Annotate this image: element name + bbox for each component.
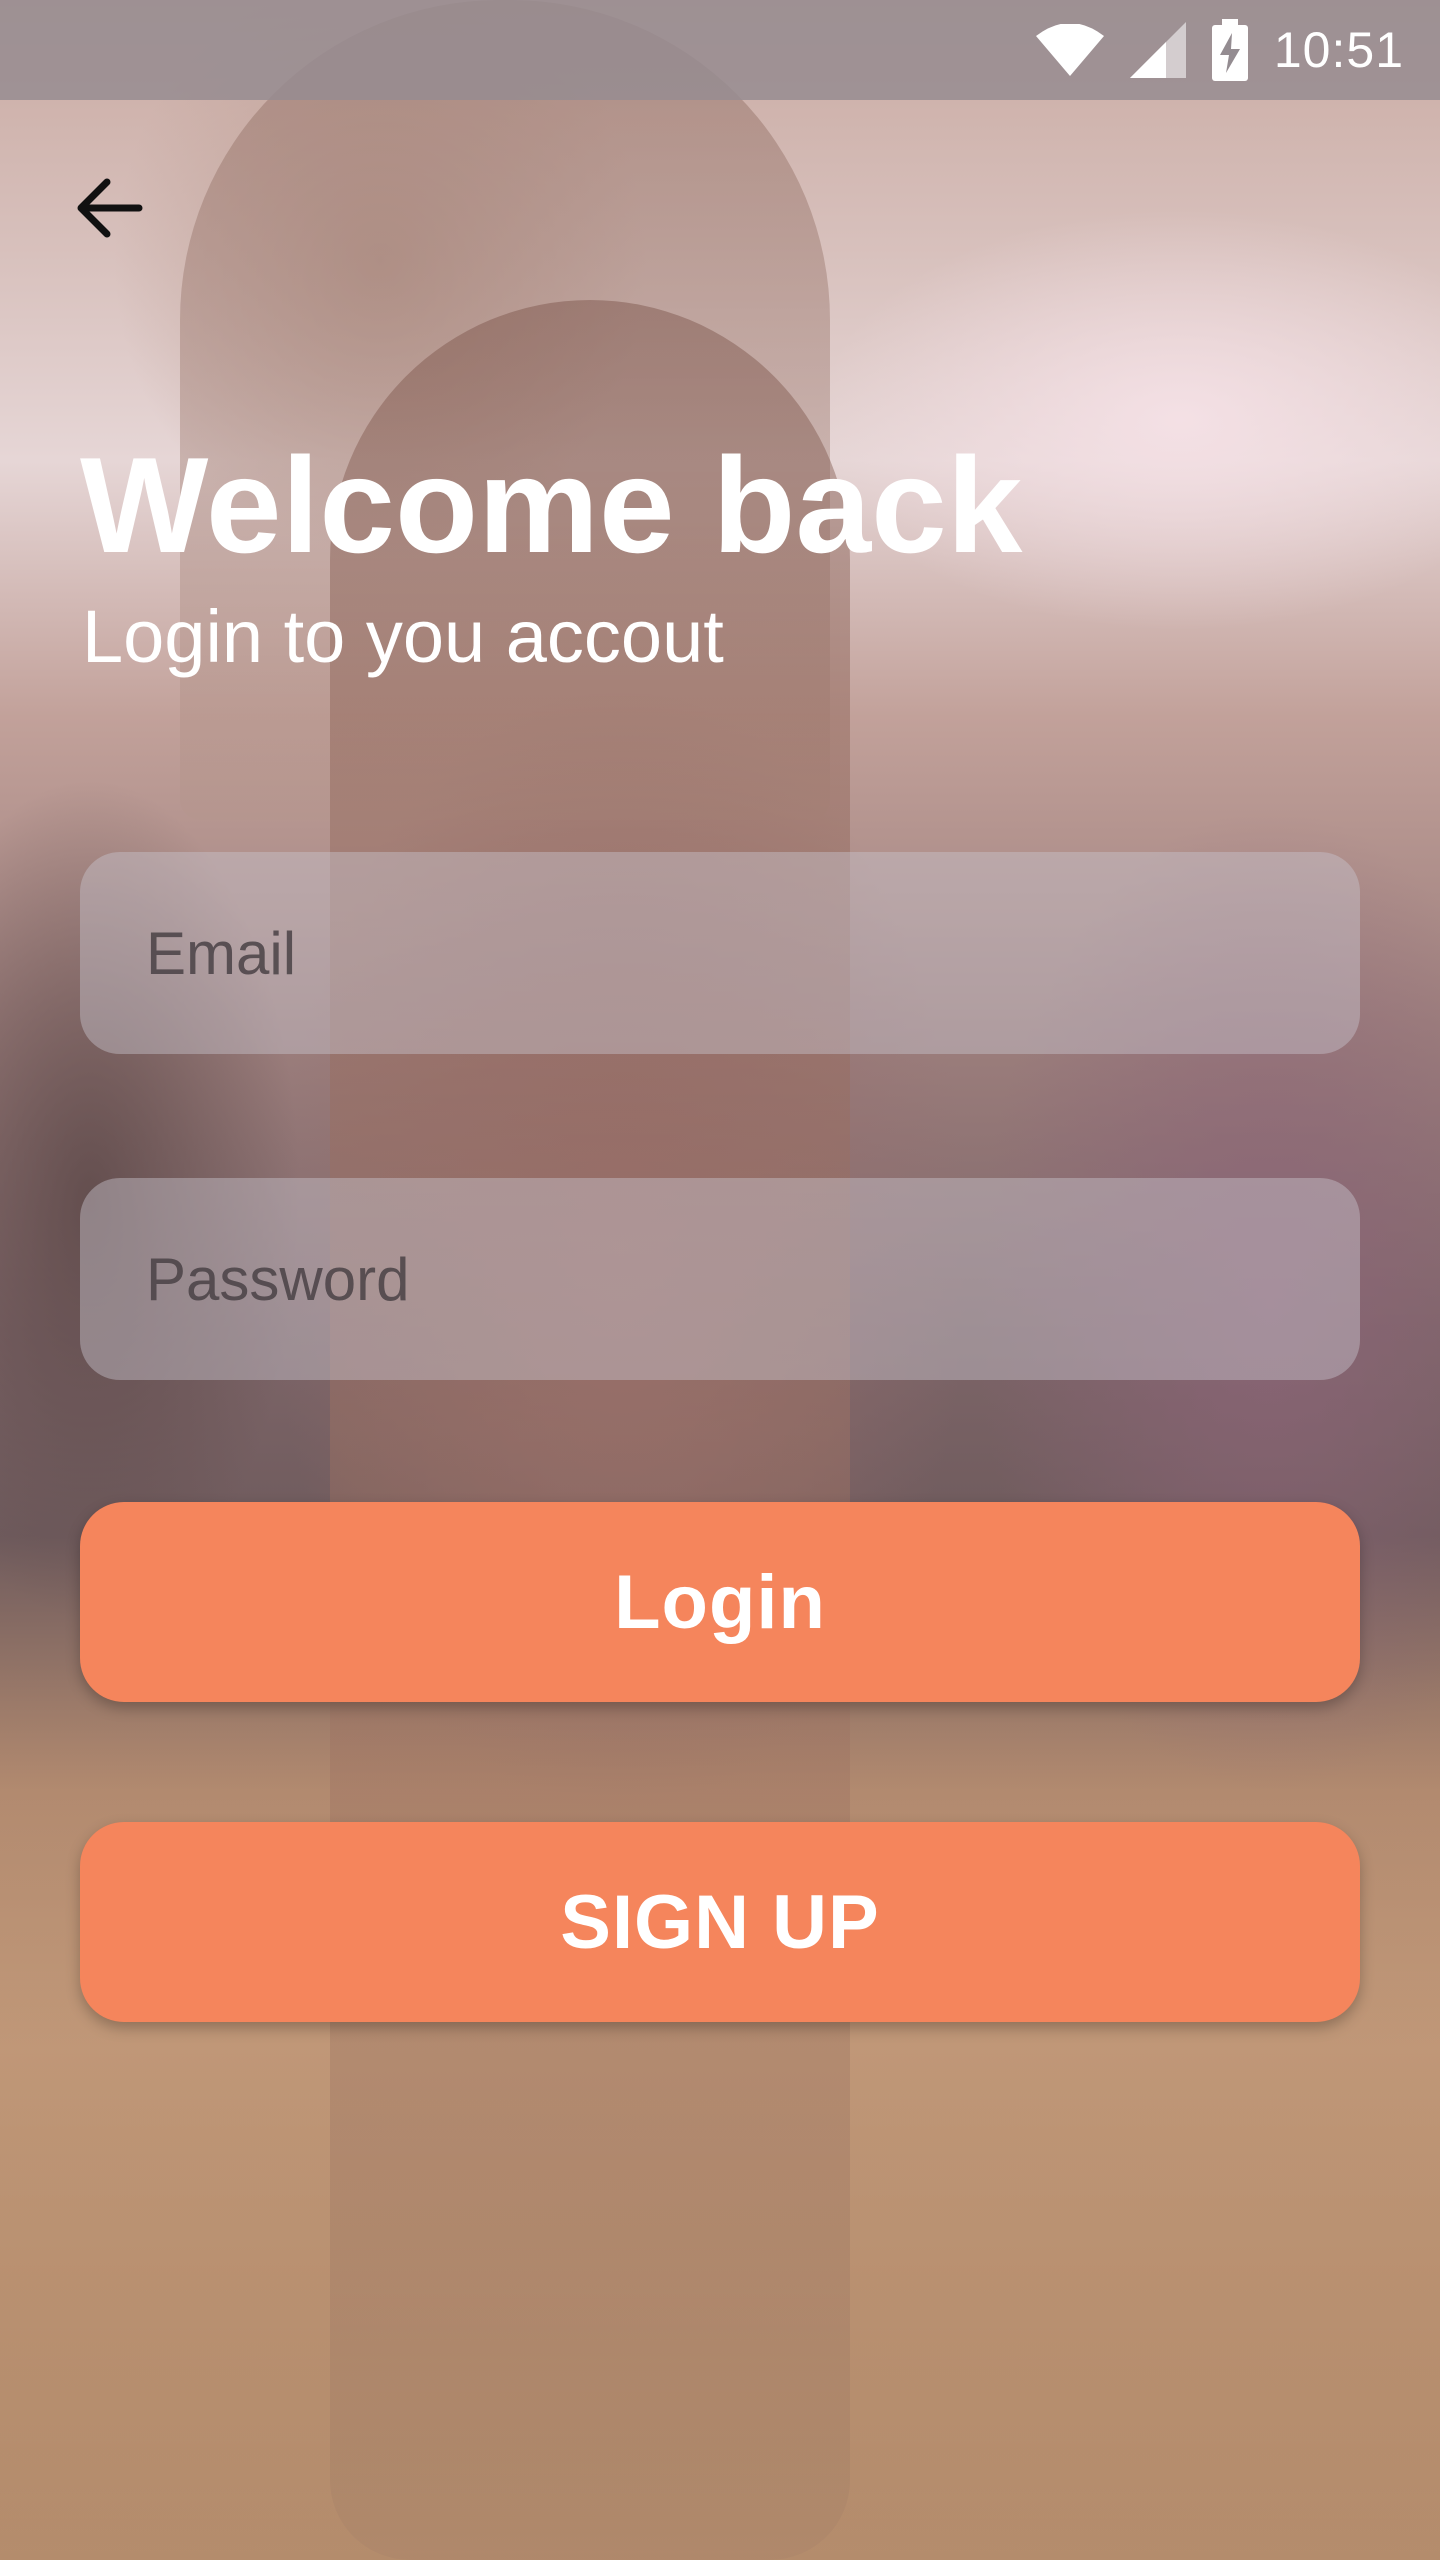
email-field[interactable] bbox=[80, 852, 1360, 1054]
background-ground bbox=[0, 1660, 1440, 2560]
password-field[interactable] bbox=[80, 1178, 1360, 1380]
battery-charging-icon bbox=[1211, 19, 1248, 81]
email-input[interactable] bbox=[144, 917, 1360, 989]
password-input[interactable] bbox=[144, 1243, 1360, 1315]
signup-button[interactable]: SIGN UP bbox=[80, 1822, 1360, 2022]
login-button[interactable]: Login bbox=[80, 1502, 1360, 1702]
status-bar: 10:51 bbox=[0, 0, 1440, 100]
page-title: Welcome back bbox=[80, 429, 1023, 581]
page-subtitle: Login to you accout bbox=[82, 595, 724, 678]
status-time: 10:51 bbox=[1273, 22, 1404, 78]
back-button[interactable] bbox=[70, 170, 150, 250]
arrow-left-icon bbox=[77, 178, 143, 243]
signal-icon bbox=[1129, 22, 1186, 78]
wifi-icon bbox=[1035, 24, 1104, 76]
